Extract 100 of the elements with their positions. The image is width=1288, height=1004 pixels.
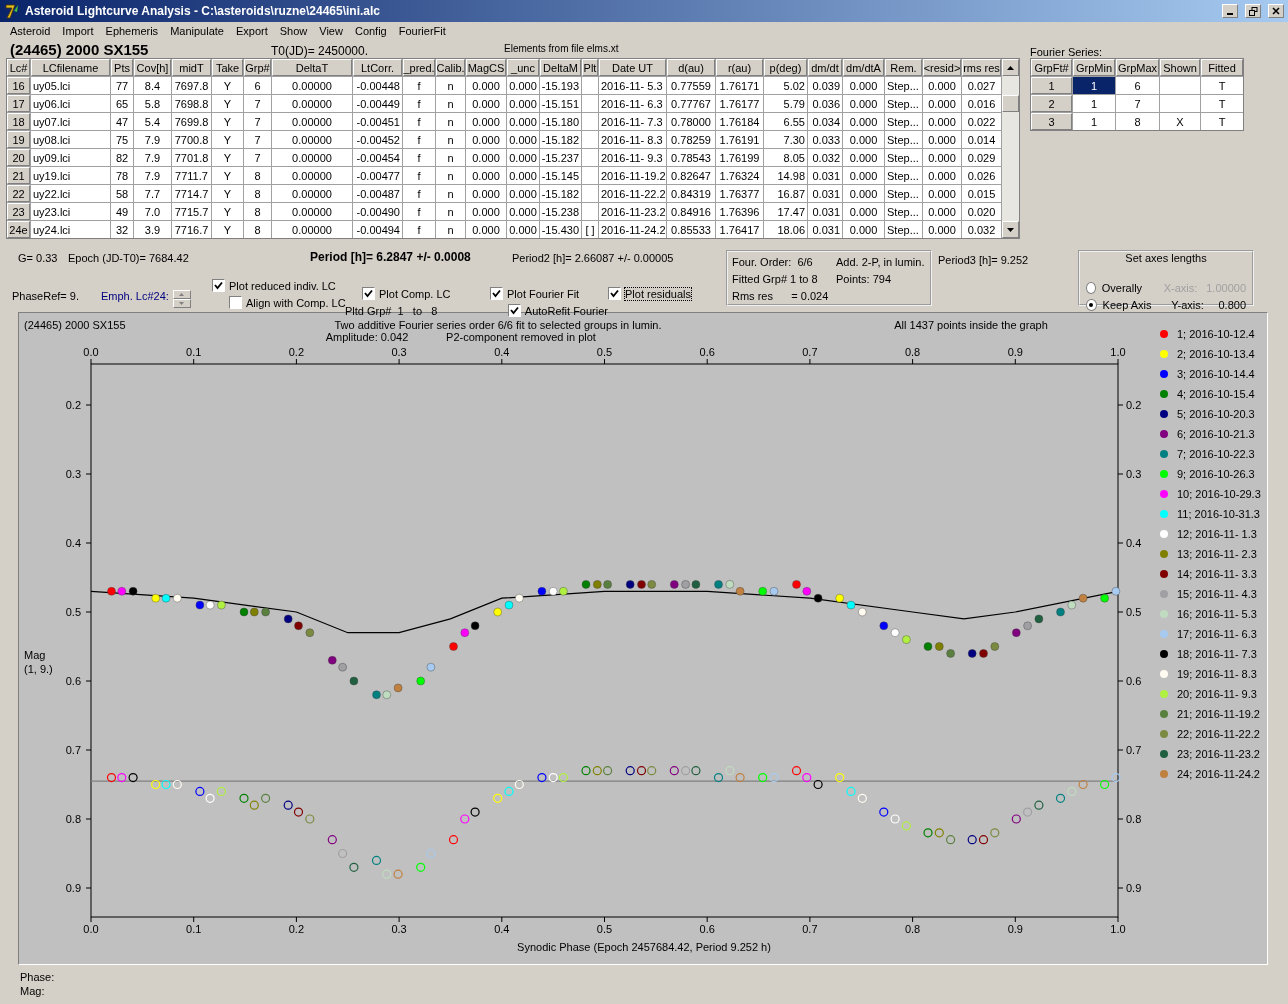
column-header[interactable]: Plt bbox=[582, 59, 598, 76]
row-header[interactable]: 24e bbox=[7, 221, 30, 238]
column-header[interactable]: LCfilename bbox=[31, 59, 110, 76]
column-header[interactable]: DeltaM bbox=[540, 59, 581, 76]
column-header[interactable]: DeltaT bbox=[272, 59, 352, 76]
row-header[interactable]: 16 bbox=[7, 77, 30, 94]
column-header[interactable]: <resid> bbox=[923, 59, 961, 76]
row-header[interactable]: 17 bbox=[7, 95, 30, 112]
legend-label: 6; 2016-10-21.3 bbox=[1177, 428, 1255, 440]
column-header[interactable]: dm/dtA bbox=[843, 59, 884, 76]
column-header[interactable]: dm/dt bbox=[808, 59, 842, 76]
spin-up-button[interactable] bbox=[172, 290, 191, 299]
radio-button[interactable] bbox=[1086, 298, 1097, 311]
residual-point bbox=[504, 786, 514, 796]
residual-point bbox=[1023, 807, 1033, 817]
menu-item[interactable]: Config bbox=[348, 25, 393, 37]
menu-item[interactable]: FourierFit bbox=[392, 25, 452, 37]
table-cell[interactable]: T bbox=[1201, 113, 1243, 130]
column-header[interactable]: GrpFt# bbox=[1031, 59, 1072, 76]
checkbox[interactable] bbox=[229, 296, 242, 309]
row-header[interactable]: 1 bbox=[1031, 77, 1072, 94]
table-cell: -15.430 bbox=[540, 221, 581, 238]
table-cell[interactable]: 6 bbox=[1116, 77, 1159, 94]
table-cell: 5.02 bbox=[764, 77, 807, 94]
column-header[interactable]: Grp# bbox=[244, 59, 271, 76]
table-cell: -15.237 bbox=[540, 149, 581, 166]
checkbox[interactable] bbox=[508, 304, 521, 317]
column-header[interactable]: Calib. bbox=[436, 59, 465, 76]
spin-down-button[interactable] bbox=[172, 299, 191, 308]
column-header[interactable]: Rem. bbox=[885, 59, 922, 76]
checkbox[interactable] bbox=[362, 287, 375, 300]
residual-point bbox=[239, 793, 249, 803]
column-header[interactable]: Shown bbox=[1160, 59, 1200, 76]
table-cell: 0.78259 bbox=[667, 131, 715, 148]
column-header[interactable]: Cov[h] bbox=[134, 59, 171, 76]
row-header[interactable]: 22 bbox=[7, 185, 30, 202]
column-header[interactable]: MagCS bbox=[466, 59, 506, 76]
table-cell: 2016-11- 8.3 bbox=[599, 131, 666, 148]
menu-item[interactable]: View bbox=[313, 25, 349, 37]
row-header[interactable]: 19 bbox=[7, 131, 30, 148]
residual-point bbox=[681, 766, 691, 776]
menu-item[interactable]: Ephemeris bbox=[99, 25, 165, 37]
row-header[interactable]: 21 bbox=[7, 167, 30, 184]
column-header[interactable]: LtCorr. bbox=[353, 59, 402, 76]
row-header[interactable]: 23 bbox=[7, 203, 30, 220]
table-cell: Step... bbox=[885, 203, 922, 220]
table-cell[interactable]: T bbox=[1201, 77, 1243, 94]
table-cell: 47 bbox=[111, 113, 133, 130]
row-header[interactable]: 2 bbox=[1031, 95, 1072, 112]
table-cell[interactable]: 8 bbox=[1116, 113, 1159, 130]
minimize-button[interactable] bbox=[1222, 4, 1238, 18]
column-header[interactable]: midT bbox=[172, 59, 211, 76]
table-cell[interactable]: 7 bbox=[1116, 95, 1159, 112]
column-header[interactable]: Take bbox=[212, 59, 243, 76]
column-header[interactable]: GrpMax bbox=[1116, 59, 1159, 76]
column-header[interactable]: Lc# bbox=[7, 59, 30, 76]
table-cell[interactable]: 1 bbox=[1073, 95, 1115, 112]
column-header[interactable]: d(au) bbox=[667, 59, 715, 76]
tick-label: 0.2 bbox=[288, 923, 305, 935]
radio-button[interactable] bbox=[1086, 281, 1096, 294]
table-cell: -15.182 bbox=[540, 185, 581, 202]
column-header[interactable]: Fitted bbox=[1201, 59, 1243, 76]
column-header[interactable]: p(deg) bbox=[764, 59, 807, 76]
row-header[interactable]: 3 bbox=[1031, 113, 1072, 130]
checkbox[interactable] bbox=[212, 279, 225, 292]
table-cell[interactable]: T bbox=[1201, 95, 1243, 112]
close-button[interactable] bbox=[1268, 4, 1284, 18]
data-point bbox=[173, 594, 182, 603]
checkbox[interactable] bbox=[490, 287, 503, 300]
row-header[interactable]: 20 bbox=[7, 149, 30, 166]
column-header[interactable]: _unc bbox=[507, 59, 539, 76]
column-header[interactable]: GrpMin bbox=[1073, 59, 1115, 76]
menu-item[interactable]: Export bbox=[229, 25, 274, 37]
table-cell: 0.00000 bbox=[272, 113, 352, 130]
column-header[interactable]: Pts bbox=[111, 59, 133, 76]
column-header[interactable]: rms res bbox=[962, 59, 1001, 76]
table-cell[interactable]: 1 bbox=[1073, 77, 1115, 94]
column-header[interactable]: r(au) bbox=[716, 59, 763, 76]
table-cell: n bbox=[436, 203, 465, 220]
table-cell: 0.000 bbox=[466, 203, 506, 220]
menu-item[interactable]: Show bbox=[273, 25, 314, 37]
column-header[interactable]: Date UT bbox=[599, 59, 666, 76]
residual-point bbox=[117, 773, 127, 783]
residual-point bbox=[923, 828, 933, 838]
column-header[interactable]: _pred. bbox=[403, 59, 435, 76]
scrollbar[interactable] bbox=[1001, 59, 1019, 238]
table-cell[interactable]: 1 bbox=[1073, 113, 1115, 130]
table-cell[interactable]: X bbox=[1160, 113, 1200, 130]
table-cell: 0.78543 bbox=[667, 149, 715, 166]
row-header[interactable]: 18 bbox=[7, 113, 30, 130]
residual-point bbox=[161, 779, 171, 790]
menu-item[interactable]: Manipulate bbox=[164, 25, 230, 37]
scroll-thumb[interactable] bbox=[1002, 95, 1019, 112]
table-cell: f bbox=[403, 113, 435, 130]
restore-button[interactable] bbox=[1245, 4, 1261, 18]
menu-item[interactable]: Asteroid bbox=[4, 25, 57, 37]
menu-item[interactable]: Import bbox=[56, 25, 100, 37]
emph-label: Emph. Lc#24: bbox=[101, 290, 169, 302]
table-cell: 0.000 bbox=[507, 221, 539, 238]
checkbox[interactable] bbox=[608, 287, 621, 300]
